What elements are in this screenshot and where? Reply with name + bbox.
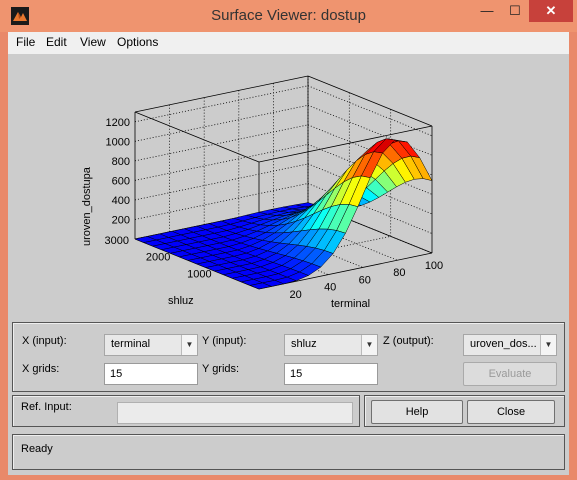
y-tick-label: 3000 — [105, 235, 129, 247]
y-input-label: Y (input): — [202, 335, 247, 347]
z-tick-label: 1000 — [106, 136, 130, 148]
grid-line — [134, 143, 309, 181]
z-tick-label: 600 — [112, 175, 130, 187]
ref-input-label: Ref. Input: — [21, 401, 72, 413]
z-tick-label: 1200 — [106, 117, 130, 129]
close-icon[interactable]: ✕ — [529, 0, 573, 22]
z-tick-label: 200 — [112, 214, 130, 226]
chevron-down-icon: ▼ — [540, 335, 556, 355]
status-text: Ready — [21, 443, 53, 455]
x-axis-label: terminal — [331, 298, 370, 310]
grid-line — [134, 104, 309, 142]
title-bar: Surface Viewer: dostup — ☐ ✕ — [0, 0, 577, 32]
chevron-down-icon: ▼ — [361, 335, 377, 355]
x-grids-value: 15 — [110, 368, 123, 380]
y-input-select[interactable]: shluz ▼ — [284, 334, 378, 356]
box-edge — [134, 111, 260, 163]
y-grids-label: Y grids: — [202, 363, 240, 375]
ref-input-field[interactable] — [117, 402, 353, 424]
grid-line — [134, 163, 309, 201]
chevron-down-icon: ▼ — [181, 335, 197, 355]
y-axis-label: shluz — [168, 295, 194, 307]
x-tick-label: 20 — [289, 289, 301, 301]
ref-input-panel: Ref. Input: — [12, 395, 360, 427]
x-input-value: terminal — [111, 338, 151, 350]
y-grids-value: 15 — [290, 368, 303, 380]
y-input-value: shluz — [291, 338, 317, 350]
x-tick-label: 100 — [425, 260, 443, 272]
x-tick-label: 60 — [359, 274, 371, 286]
y-tick-label: 2000 — [146, 252, 170, 264]
grid-line — [134, 124, 309, 162]
status-panel: Ready — [12, 434, 565, 470]
close-button[interactable]: Close — [467, 400, 555, 424]
box-edge — [134, 75, 309, 113]
x-grids-label: X grids: — [22, 363, 60, 375]
z-output-select[interactable]: uroven_dos... ▼ — [463, 334, 557, 356]
x-grids-field[interactable]: 15 — [104, 363, 198, 385]
z-axis-label: uroven_dostupa — [81, 166, 93, 246]
x-tick-label: 80 — [393, 267, 405, 279]
z-output-label: Z (output): — [383, 335, 434, 347]
maximize-icon[interactable]: ☐ — [501, 0, 529, 22]
x-input-label: X (input): — [22, 335, 67, 347]
z-tick-label: 400 — [112, 195, 130, 207]
controls-panel: X (input): terminal ▼ Y (input): shluz ▼… — [12, 322, 565, 392]
surface-mesh — [134, 138, 433, 290]
grid-line — [134, 85, 309, 123]
z-tick-label: 800 — [112, 156, 130, 168]
grid-line — [307, 85, 433, 137]
z-output-value: uroven_dos... — [470, 338, 537, 350]
minimize-icon[interactable]: — — [473, 0, 501, 22]
x-tick-label: 40 — [324, 282, 336, 294]
surface-plot[interactable]: 200 400 600 800 1000 1200 20 40 60 80 100 1000 2000 3… — [8, 32, 569, 322]
x-input-select[interactable]: terminal ▼ — [104, 334, 198, 356]
y-grids-field[interactable]: 15 — [284, 363, 378, 385]
button-panel: Help Close — [364, 395, 565, 427]
evaluate-button[interactable]: Evaluate — [463, 362, 557, 386]
help-button[interactable]: Help — [371, 400, 463, 424]
box-edge — [307, 75, 433, 127]
figure-client-area: File Edit View Options 200 400 600 800 1000 1… — [8, 32, 569, 475]
y-tick-label: 1000 — [187, 268, 211, 280]
